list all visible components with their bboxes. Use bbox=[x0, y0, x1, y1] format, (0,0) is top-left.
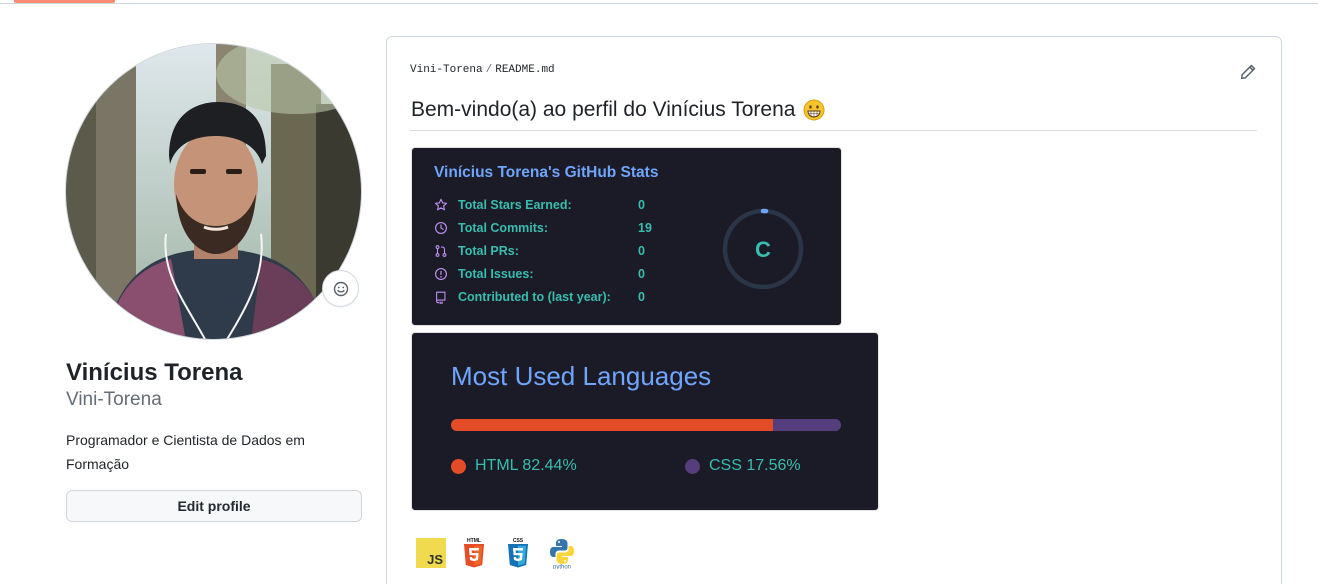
languages-bar bbox=[451, 419, 841, 431]
path-separator: / bbox=[485, 64, 493, 76]
python-icon-text: python bbox=[553, 565, 571, 570]
stat-label: Total PRs: bbox=[458, 244, 519, 258]
javascript-icon[interactable]: JS bbox=[416, 537, 446, 569]
readme-file-name: README.md bbox=[495, 64, 555, 76]
python-icon[interactable]: python bbox=[547, 537, 577, 569]
edit-profile-button[interactable]: Edit profile bbox=[66, 490, 362, 522]
readme-heading-text: Bem-vindo(a) ao perfil do Vinícius Toren… bbox=[411, 98, 796, 121]
stat-row-issues: Total Issues: 0 bbox=[434, 265, 668, 283]
readme-path: Vini-Torena / README.md bbox=[410, 64, 555, 76]
js-icon-text: JS bbox=[427, 552, 443, 567]
stat-label: Total Commits: bbox=[458, 221, 549, 235]
header-divider bbox=[0, 3, 1318, 4]
readme-owner-link[interactable]: Vini-Torena bbox=[410, 64, 483, 76]
smiley-icon bbox=[333, 281, 348, 296]
repo-icon bbox=[434, 289, 450, 305]
profile-bio: Programador e Cientista de Dados em Form… bbox=[66, 432, 305, 472]
heading-divider bbox=[410, 130, 1257, 131]
readme-heading: Bem-vindo(a) ao perfil do Vinícius Toren… bbox=[411, 98, 825, 122]
stat-row-stars: Total Stars Earned: 0 bbox=[434, 196, 668, 214]
stat-row-commits: Total Commits: 19 bbox=[434, 219, 668, 237]
stats-title: Vinícius Torena's GitHub Stats bbox=[434, 164, 659, 181]
rank-circle: C bbox=[722, 208, 804, 290]
language-bar-segment-css bbox=[772, 419, 841, 431]
stat-value: 0 bbox=[638, 290, 645, 304]
github-stats-card[interactable]: Vinícius Torena's GitHub Stats Total Sta… bbox=[411, 147, 842, 326]
pull-request-icon bbox=[434, 243, 450, 259]
profile-username: Vini-Torena bbox=[66, 389, 162, 410]
html-color-dot bbox=[451, 458, 466, 474]
stat-value: 0 bbox=[638, 267, 645, 281]
stat-value: 19 bbox=[638, 221, 652, 235]
html5-icon[interactable]: HTML bbox=[462, 537, 486, 569]
html5-icon-text: HTML bbox=[467, 538, 481, 544]
profile-full-name: Vinícius Torena bbox=[66, 359, 243, 386]
css3-icon-text: CSS bbox=[513, 538, 524, 544]
stat-row-prs: Total PRs: 0 bbox=[434, 242, 668, 260]
language-bar-segment-html bbox=[451, 419, 773, 431]
stat-value: 0 bbox=[638, 244, 645, 258]
stat-row-contributed: Contributed to (last year): 0 bbox=[434, 288, 668, 306]
legend-item-css: CSS 17.56% bbox=[685, 457, 801, 475]
issue-icon bbox=[434, 266, 450, 282]
rank-letter: C bbox=[755, 237, 771, 262]
set-status-button[interactable] bbox=[322, 270, 359, 307]
stat-label: Total Issues: bbox=[458, 267, 534, 281]
most-used-languages-card[interactable]: Most Used Languages HTML 82.44% CSS 17.5… bbox=[411, 332, 879, 511]
legend-item-html: HTML 82.44% bbox=[451, 457, 577, 475]
grinning-face-icon bbox=[803, 99, 825, 121]
stat-label: Contributed to (last year): bbox=[458, 290, 611, 304]
edit-readme-button[interactable] bbox=[1239, 63, 1257, 81]
star-icon bbox=[434, 197, 450, 213]
legend-label: CSS 17.56% bbox=[709, 457, 801, 474]
languages-title: Most Used Languages bbox=[451, 361, 712, 391]
history-icon bbox=[434, 220, 450, 236]
css3-icon[interactable]: CSS bbox=[506, 537, 530, 569]
pencil-icon bbox=[1240, 64, 1256, 80]
css-color-dot bbox=[685, 458, 700, 474]
active-tab-indicator bbox=[14, 0, 115, 3]
stat-label: Total Stars Earned: bbox=[458, 198, 572, 212]
legend-label: HTML 82.44% bbox=[475, 457, 577, 474]
avatar[interactable] bbox=[65, 43, 362, 340]
stat-value: 0 bbox=[638, 198, 645, 212]
